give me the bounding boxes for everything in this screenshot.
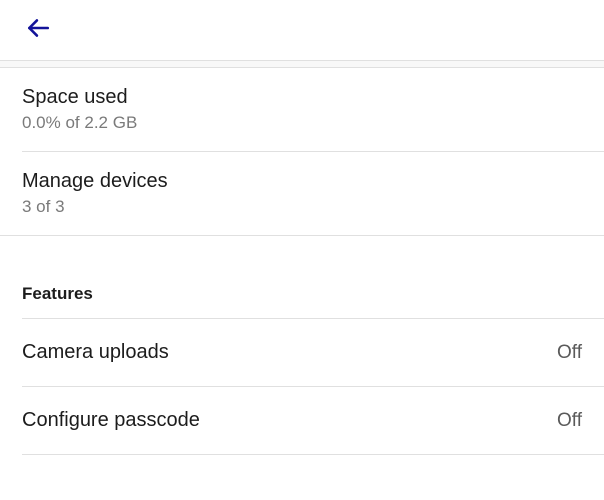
header <box>0 0 604 60</box>
configure-passcode-label: Configure passcode <box>22 409 200 432</box>
divider <box>0 60 604 68</box>
camera-uploads-row[interactable]: Camera uploads Off <box>0 319 604 386</box>
camera-uploads-value: Off <box>557 342 582 364</box>
space-used-title: Space used <box>22 86 582 109</box>
camera-uploads-label: Camera uploads <box>22 341 169 364</box>
space-used-subtitle: 0.0% of 2.2 GB <box>22 113 582 133</box>
back-button[interactable] <box>24 16 52 44</box>
features-section-header: Features <box>0 284 604 318</box>
arrow-left-icon <box>25 15 51 46</box>
space-used-row[interactable]: Space used 0.0% of 2.2 GB <box>0 68 604 151</box>
divider <box>22 454 604 455</box>
manage-devices-title: Manage devices <box>22 170 582 193</box>
section-gap <box>0 236 604 284</box>
manage-devices-subtitle: 3 of 3 <box>22 197 582 217</box>
manage-devices-row[interactable]: Manage devices 3 of 3 <box>0 152 604 235</box>
configure-passcode-row[interactable]: Configure passcode Off <box>0 387 604 454</box>
configure-passcode-value: Off <box>557 410 582 432</box>
